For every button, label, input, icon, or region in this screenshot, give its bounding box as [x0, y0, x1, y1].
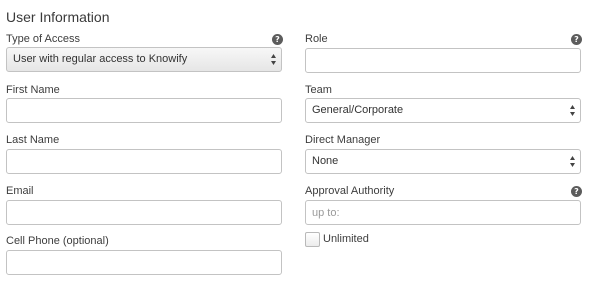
section-title: User Information	[6, 9, 110, 25]
team-value: General/Corporate	[312, 104, 404, 116]
help-icon[interactable]: ?	[272, 34, 283, 45]
help-icon[interactable]: ?	[571, 34, 582, 45]
role-label: Role	[305, 33, 328, 45]
help-icon[interactable]: ?	[571, 186, 582, 197]
select-arrows-icon	[570, 105, 575, 116]
approval-authority-input[interactable]	[305, 200, 581, 225]
type-of-access-field: Type of Access ? User with regular acces…	[6, 33, 283, 73]
approval-authority-label: Approval Authority	[305, 185, 395, 197]
select-arrows-icon	[271, 54, 276, 65]
direct-manager-value: None	[312, 155, 339, 167]
first-name-label: First Name	[6, 84, 60, 96]
type-of-access-select[interactable]: User with regular access to Knowify	[6, 47, 282, 72]
direct-manager-select[interactable]: None	[305, 149, 581, 174]
team-label: Team	[305, 84, 332, 96]
first-name-field: First Name	[6, 84, 282, 124]
cell-phone-input[interactable]	[6, 250, 282, 275]
cell-phone-label: Cell Phone (optional)	[6, 235, 109, 247]
cell-phone-field: Cell Phone (optional)	[6, 235, 282, 277]
team-field: Team General/Corporate	[305, 84, 581, 124]
unlimited-checkbox-row[interactable]: Unlimited	[305, 232, 425, 250]
email-input[interactable]	[6, 200, 282, 225]
type-of-access-label: Type of Access	[6, 33, 80, 45]
approval-authority-field: Approval Authority ?	[305, 185, 582, 225]
first-name-input[interactable]	[6, 98, 282, 123]
team-select[interactable]: General/Corporate	[305, 98, 581, 123]
email-label: Email	[6, 185, 34, 197]
role-input[interactable]	[305, 48, 581, 73]
last-name-label: Last Name	[6, 134, 60, 146]
last-name-input[interactable]	[6, 149, 282, 174]
unlimited-checkbox[interactable]	[305, 232, 320, 247]
select-arrows-icon	[570, 156, 575, 167]
role-field: Role ?	[305, 33, 582, 73]
email-field: Email	[6, 185, 282, 225]
last-name-field: Last Name	[6, 134, 282, 174]
direct-manager-label: Direct Manager	[305, 134, 381, 146]
direct-manager-field: Direct Manager None	[305, 134, 581, 174]
unlimited-label: Unlimited	[323, 233, 369, 245]
type-of-access-value: User with regular access to Knowify	[13, 53, 188, 65]
